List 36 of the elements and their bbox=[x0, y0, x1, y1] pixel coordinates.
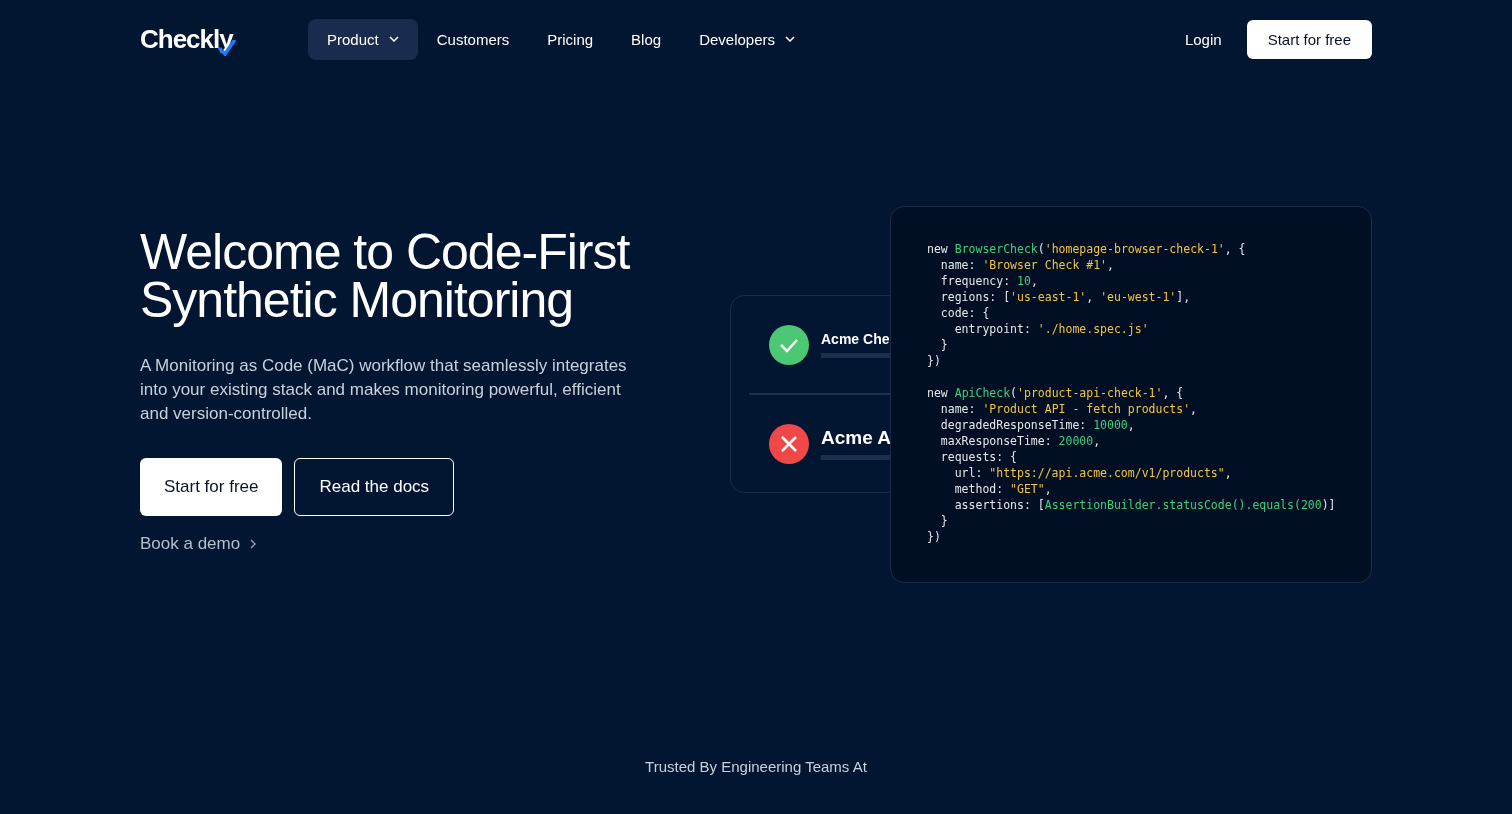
code-line: entrypoint: './home.spec.js' bbox=[953, 321, 1150, 337]
nav-item[interactable]: Customers bbox=[417, 18, 529, 60]
nav-item[interactable]: Developers bbox=[680, 18, 814, 60]
trusted-caption: Trusted By Engineering Teams At bbox=[644, 758, 868, 775]
code-line: } bbox=[939, 337, 949, 353]
code-line: } bbox=[939, 513, 949, 529]
login-link[interactable]: Login bbox=[1184, 30, 1222, 48]
code-line: maxResponseTime: 20000, bbox=[939, 433, 1102, 449]
hero-description: A Monitoring as Code (MaC) workflow that seamlessly integrates into your existing stack and makes monitoring powerful, efficient and version-controlled. bbox=[140, 355, 628, 425]
code-line: degradedResponseTime: 10000, bbox=[939, 417, 1136, 433]
nav-item[interactable]: Product bbox=[308, 18, 418, 60]
start-button[interactable]: Start for free bbox=[1246, 19, 1372, 59]
chevron-right-icon bbox=[250, 539, 257, 549]
code-line: method: "GET", bbox=[953, 481, 1053, 497]
code-line: }) bbox=[927, 529, 942, 545]
check-name: Acme Che bbox=[821, 331, 891, 347]
nav-item[interactable]: Pricing bbox=[528, 18, 613, 60]
error-circle-icon bbox=[769, 423, 809, 464]
nav-item[interactable]: Blog bbox=[612, 18, 681, 60]
start-button[interactable]: Start for free bbox=[140, 458, 283, 516]
code-line: }) bbox=[927, 353, 942, 369]
code-line: regions: ['us-east-1', 'eu-west-1'], bbox=[939, 289, 1192, 305]
logo[interactable]: Checkly bbox=[140, 23, 233, 55]
docs-button[interactable]: Read the docs bbox=[294, 458, 455, 516]
code-line: assertions: [AssertionBuilder.statusCode().equals(200)] bbox=[953, 497, 1337, 513]
code-line: new BrowserCheck('homepage-browser-check-1', { bbox=[927, 241, 1247, 257]
check-name: Acme A bbox=[821, 427, 892, 449]
check-circle-icon bbox=[769, 324, 809, 365]
code-line: name: 'Browser Check #1', bbox=[939, 257, 1115, 273]
code-line: name: 'Product API - fetch products', bbox=[939, 401, 1199, 417]
code-line: code: { bbox=[939, 305, 991, 321]
code-line: new ApiCheck('product-api-check-1', { bbox=[927, 385, 1185, 401]
code-line: requests: { bbox=[939, 449, 1018, 465]
code-line: frequency: 10, bbox=[939, 273, 1039, 289]
code-line: url: "https://api.acme.com/v1/products", bbox=[953, 465, 1233, 481]
demo-link[interactable]: Book a demo bbox=[140, 534, 257, 554]
